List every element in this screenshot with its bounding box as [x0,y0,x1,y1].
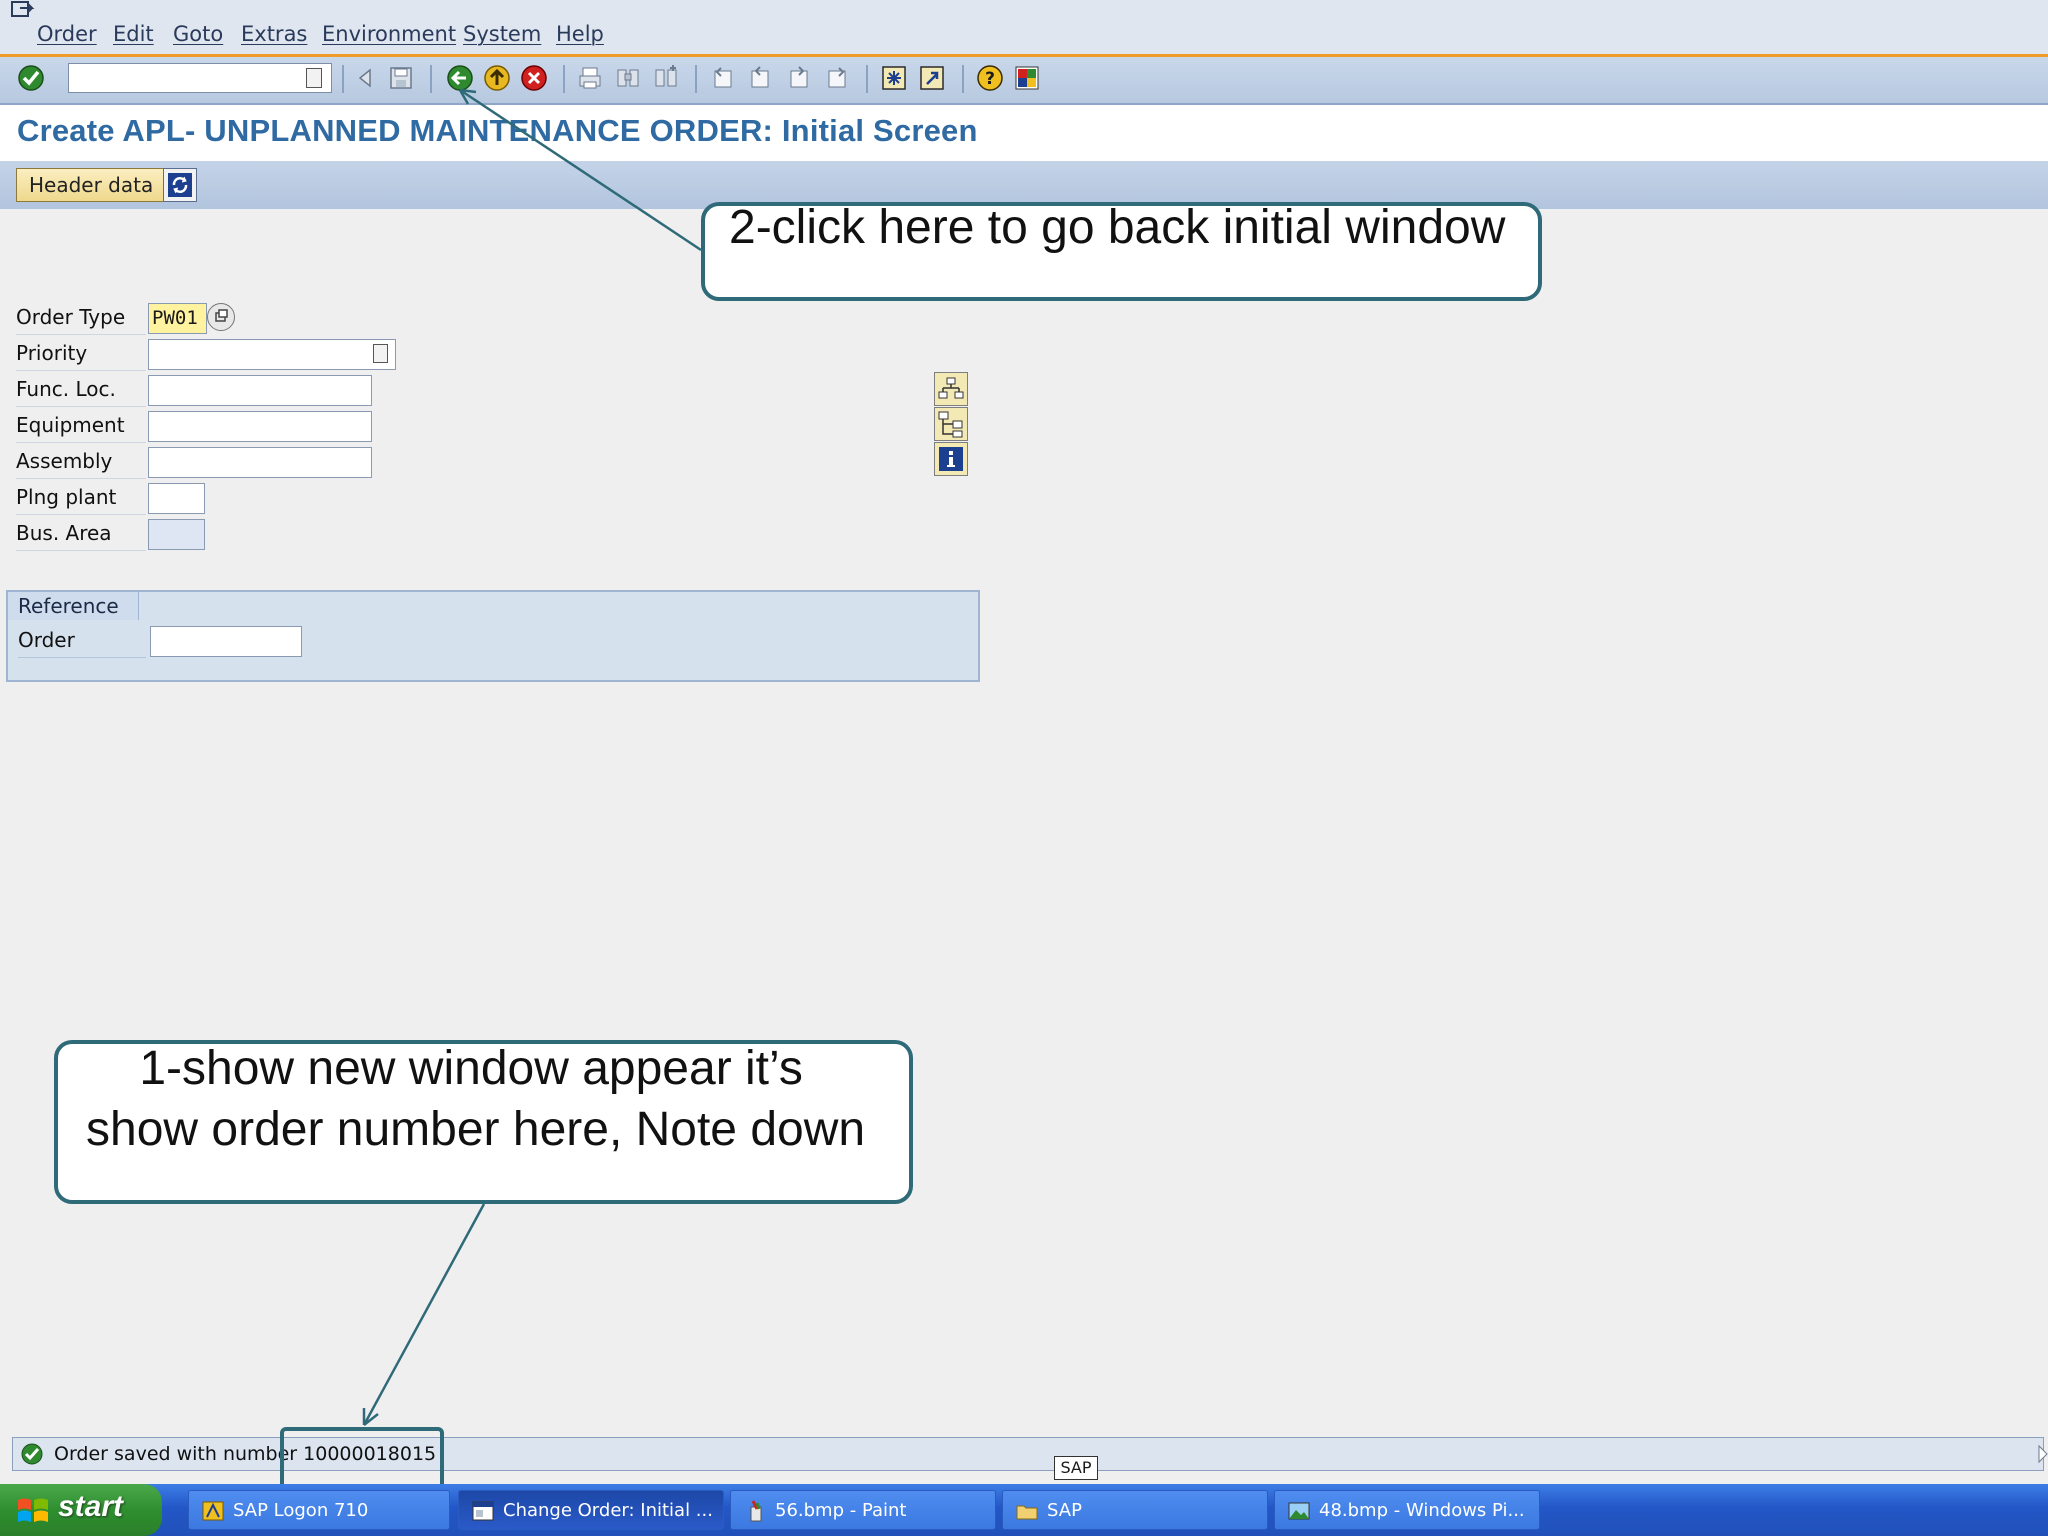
menu-environment[interactable]: Environment [322,22,456,46]
task-label: SAP [1047,1500,1082,1521]
success-icon [21,1443,43,1465]
order-type-input[interactable]: PW01 [148,303,207,334]
menu-order[interactable]: Order [37,22,97,46]
task-sap-logon[interactable]: SAP Logon 710 [188,1490,450,1530]
toolbar-separator [962,65,964,93]
windows-taskbar: start SAP Logon 710 Change Order: Initia… [0,1484,2048,1536]
previous-page-icon[interactable] [746,63,776,93]
possible-entries-icon[interactable] [207,303,235,331]
reference-group: Reference Order [6,590,980,682]
status-expand-icon[interactable] [2037,1444,2048,1464]
svg-text:?: ? [985,69,995,89]
start-button[interactable]: start [0,1484,162,1536]
sap-logon-icon [202,1501,224,1521]
refresh-icon[interactable] [163,168,197,202]
func-loc-label: Func. Loc. [16,373,146,407]
info-icon[interactable] [934,442,968,476]
menu-bar: Order Edit Goto Extras Environment Syste… [0,0,2048,57]
find-next-icon[interactable] [651,63,681,93]
page-title: Create APL- UNPLANNED MAINTENANCE ORDER:… [17,113,978,148]
assembly-input[interactable] [148,447,372,478]
command-history-dropdown-icon[interactable] [306,68,322,88]
exit-icon[interactable] [482,63,512,93]
toolbar-separator [430,65,432,93]
picture-viewer-icon [1288,1502,1310,1520]
equipment-label: Equipment [16,409,146,443]
find-icon[interactable] [613,63,643,93]
priority-label: Priority [16,337,146,371]
func-loc-input[interactable] [148,375,372,406]
priority-dropdown-icon[interactable] [373,344,388,363]
hierarchy-icon[interactable] [934,407,968,441]
task-picture-viewer[interactable]: 48.bmp - Windows Pi... [1274,1490,1540,1530]
task-change-order[interactable]: Change Order: Initial ... [458,1490,724,1530]
header-data-button[interactable]: Header data [16,168,167,202]
reference-tab: Reference [8,592,139,620]
system-menu-icon[interactable] [6,0,36,22]
bus-area-label: Bus. Area [16,517,146,551]
assembly-label: Assembly [16,445,146,479]
equipment-input[interactable] [148,411,372,442]
reference-order-label: Order [18,624,146,658]
order-number-callout: 1-show new window appear it’s show order… [54,1040,913,1204]
task-label: Change Order: Initial ... [503,1500,713,1521]
menu-help[interactable]: Help [556,22,604,46]
create-session-icon[interactable] [879,63,909,93]
order-type-label: Order Type [16,301,146,335]
bus-area-input [148,519,205,550]
task-paint[interactable]: 56.bmp - Paint [730,1490,996,1530]
save-icon[interactable] [386,63,416,93]
command-field[interactable] [68,63,332,93]
order-number-highlight [280,1427,444,1492]
toolbar-separator [342,65,344,93]
first-page-icon[interactable] [709,63,739,93]
priority-select[interactable] [148,339,396,370]
title-bar: Create APL- UNPLANNED MAINTENANCE ORDER:… [0,105,2048,161]
next-page-icon[interactable] [783,63,813,93]
last-page-icon[interactable] [821,63,851,93]
order-number-callout-text: 1-show new window appear it’s show order… [86,1042,866,1156]
standard-toolbar: ? [0,57,2048,105]
back-button-callout: 2-click here to go back initial window [701,201,1542,301]
structure-list-icon[interactable] [934,372,968,406]
reference-order-input[interactable] [150,626,302,657]
layout-menu-icon[interactable] [1012,63,1042,93]
print-icon[interactable] [575,63,605,93]
folder-icon [1016,1505,1038,1520]
windows-logo-icon [18,1498,48,1522]
enter-icon[interactable] [16,63,46,93]
task-label: 48.bmp - Windows Pi... [1319,1500,1525,1521]
shortcut-icon[interactable] [917,63,947,93]
menu-extras[interactable]: Extras [241,22,307,46]
cancel-icon[interactable] [519,63,549,93]
menu-system[interactable]: System [463,22,541,46]
task-label: SAP Logon 710 [233,1500,369,1521]
back-nav-icon[interactable] [350,63,380,93]
toolbar-separator [866,65,868,93]
sap-system-tag: SAP [1054,1456,1098,1480]
paint-icon [750,1500,762,1522]
menu-goto[interactable]: Goto [173,22,223,46]
back-icon[interactable] [445,63,475,93]
toolbar-separator [563,65,565,93]
back-button-callout-text: 2-click here to go back initial window [729,201,1506,254]
sap-window-icon [472,1501,494,1521]
plng-plant-input[interactable] [148,483,205,514]
task-label: 56.bmp - Paint [775,1500,907,1521]
help-icon[interactable]: ? [975,63,1005,93]
start-label: start [58,1490,124,1523]
reference-title: Reference [18,594,119,618]
task-sap-folder[interactable]: SAP [1002,1490,1268,1530]
plng-plant-label: Plng plant [16,481,146,515]
toolbar-separator [695,65,697,93]
menu-edit[interactable]: Edit [113,22,154,46]
